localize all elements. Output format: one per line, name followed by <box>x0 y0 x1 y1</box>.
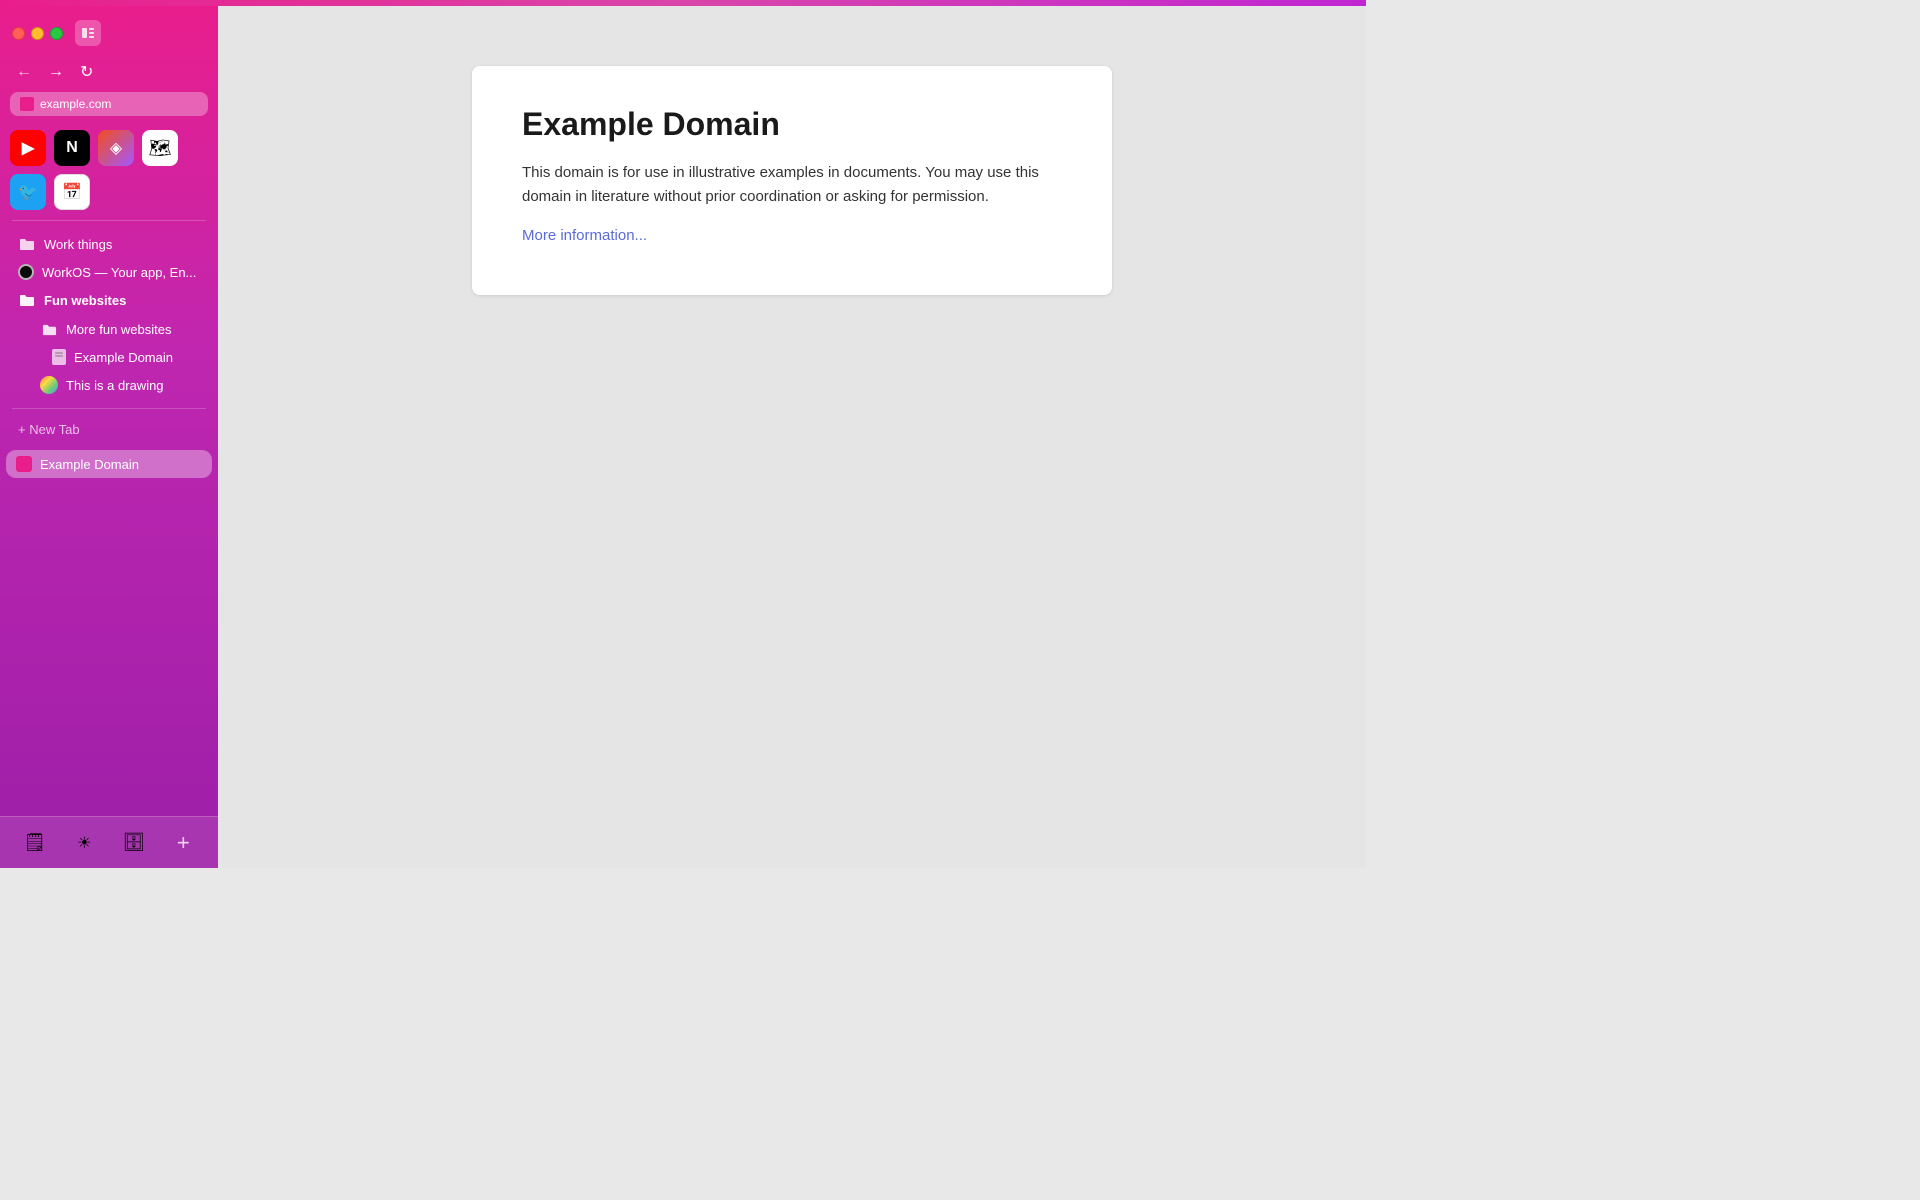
drawing-label: This is a drawing <box>66 378 164 393</box>
more-fun-websites-label: More fun websites <box>66 322 172 337</box>
nav-buttons: ← → ↻ <box>0 56 218 92</box>
folder-icon <box>19 236 35 252</box>
bookmark-figma[interactable]: ◈ <box>98 130 134 166</box>
work-things-icon <box>18 235 36 253</box>
more-fun-folder-icon <box>40 320 58 338</box>
traffic-light-fullscreen[interactable] <box>50 27 63 40</box>
sidebar-item-fun-websites[interactable]: Fun websites <box>6 286 212 314</box>
sidebar-item-more-fun-websites[interactable]: More fun websites <box>28 315 212 343</box>
sidebar-icon <box>81 26 95 40</box>
new-tab-label: + New Tab <box>18 422 80 437</box>
address-bar[interactable]: example.com <box>10 92 208 116</box>
tab-favicon <box>16 456 32 472</box>
sidebar-section-main: Work things WorkOS — Your app, En... Fun… <box>0 225 218 404</box>
separator-2 <box>12 408 206 409</box>
content-body: This domain is for use in illustrative e… <box>522 161 1062 209</box>
sidebar-item-drawing[interactable]: This is a drawing <box>28 371 212 399</box>
sidebar: ← → ↻ example.com ▶ N ◈ 🗺 🐦 <box>0 6 218 868</box>
bottom-dock: 🗒 ☀ 🗄 + <box>0 816 218 868</box>
bookmark-notion[interactable]: N <box>54 130 90 166</box>
active-tab[interactable]: Example Domain <box>6 450 212 478</box>
new-tab-button[interactable]: + New Tab <box>6 417 212 442</box>
fun-websites-label: Fun websites <box>44 293 126 308</box>
workos-label: WorkOS — Your app, En... <box>42 265 196 280</box>
content-card: Example Domain This domain is for use in… <box>472 66 1112 295</box>
main-content: Example Domain This domain is for use in… <box>218 6 1366 868</box>
sidebar-toggle-button[interactable] <box>75 20 101 46</box>
bookmark-youtube[interactable]: ▶ <box>10 130 46 166</box>
browser-window: ← → ↻ example.com ▶ N ◈ 🗺 🐦 <box>0 6 1366 868</box>
content-title: Example Domain <box>522 106 1062 143</box>
bookmark-gcal[interactable]: 📅 <box>54 174 90 210</box>
sidebar-toolbar <box>0 14 218 56</box>
address-favicon <box>20 97 34 111</box>
dock-sun-icon[interactable]: ☀ <box>68 827 100 859</box>
sidebar-group-more-fun: More fun websites Example Domain This is… <box>10 315 218 399</box>
dock-add-icon[interactable]: + <box>167 827 199 859</box>
address-text: example.com <box>40 97 198 111</box>
fun-websites-icon <box>18 291 36 309</box>
fun-folder-icon <box>19 292 35 308</box>
work-things-label: Work things <box>44 237 112 252</box>
traffic-light-minimize[interactable] <box>31 27 44 40</box>
dock-db-icon[interactable]: 🗄 <box>118 827 150 859</box>
dock-notes-icon[interactable]: 🗒 <box>19 827 51 859</box>
reload-button[interactable]: ↻ <box>76 60 97 84</box>
workos-icon <box>18 264 34 280</box>
forward-button[interactable]: → <box>44 61 68 83</box>
bookmark-twitter[interactable]: 🐦 <box>10 174 46 210</box>
more-information-link[interactable]: More information... <box>522 227 647 244</box>
sidebar-item-work-things[interactable]: Work things <box>6 230 212 258</box>
back-button[interactable]: ← <box>12 61 36 83</box>
subfolder-icon <box>42 322 57 337</box>
drawing-icon <box>40 376 58 394</box>
example-domain-page-icon <box>52 349 66 365</box>
traffic-light-close[interactable] <box>12 27 25 40</box>
example-domain-sub-label: Example Domain <box>74 350 173 365</box>
sidebar-item-workos[interactable]: WorkOS — Your app, En... <box>6 259 212 285</box>
sidebar-item-example-domain[interactable]: Example Domain <box>40 344 212 370</box>
traffic-lights <box>12 27 63 40</box>
tab-title: Example Domain <box>40 457 202 472</box>
separator-1 <box>12 220 206 221</box>
bookmark-googlemaps[interactable]: 🗺 <box>142 130 178 166</box>
bookmarks-row: ▶ N ◈ 🗺 🐦 📅 <box>0 126 218 216</box>
